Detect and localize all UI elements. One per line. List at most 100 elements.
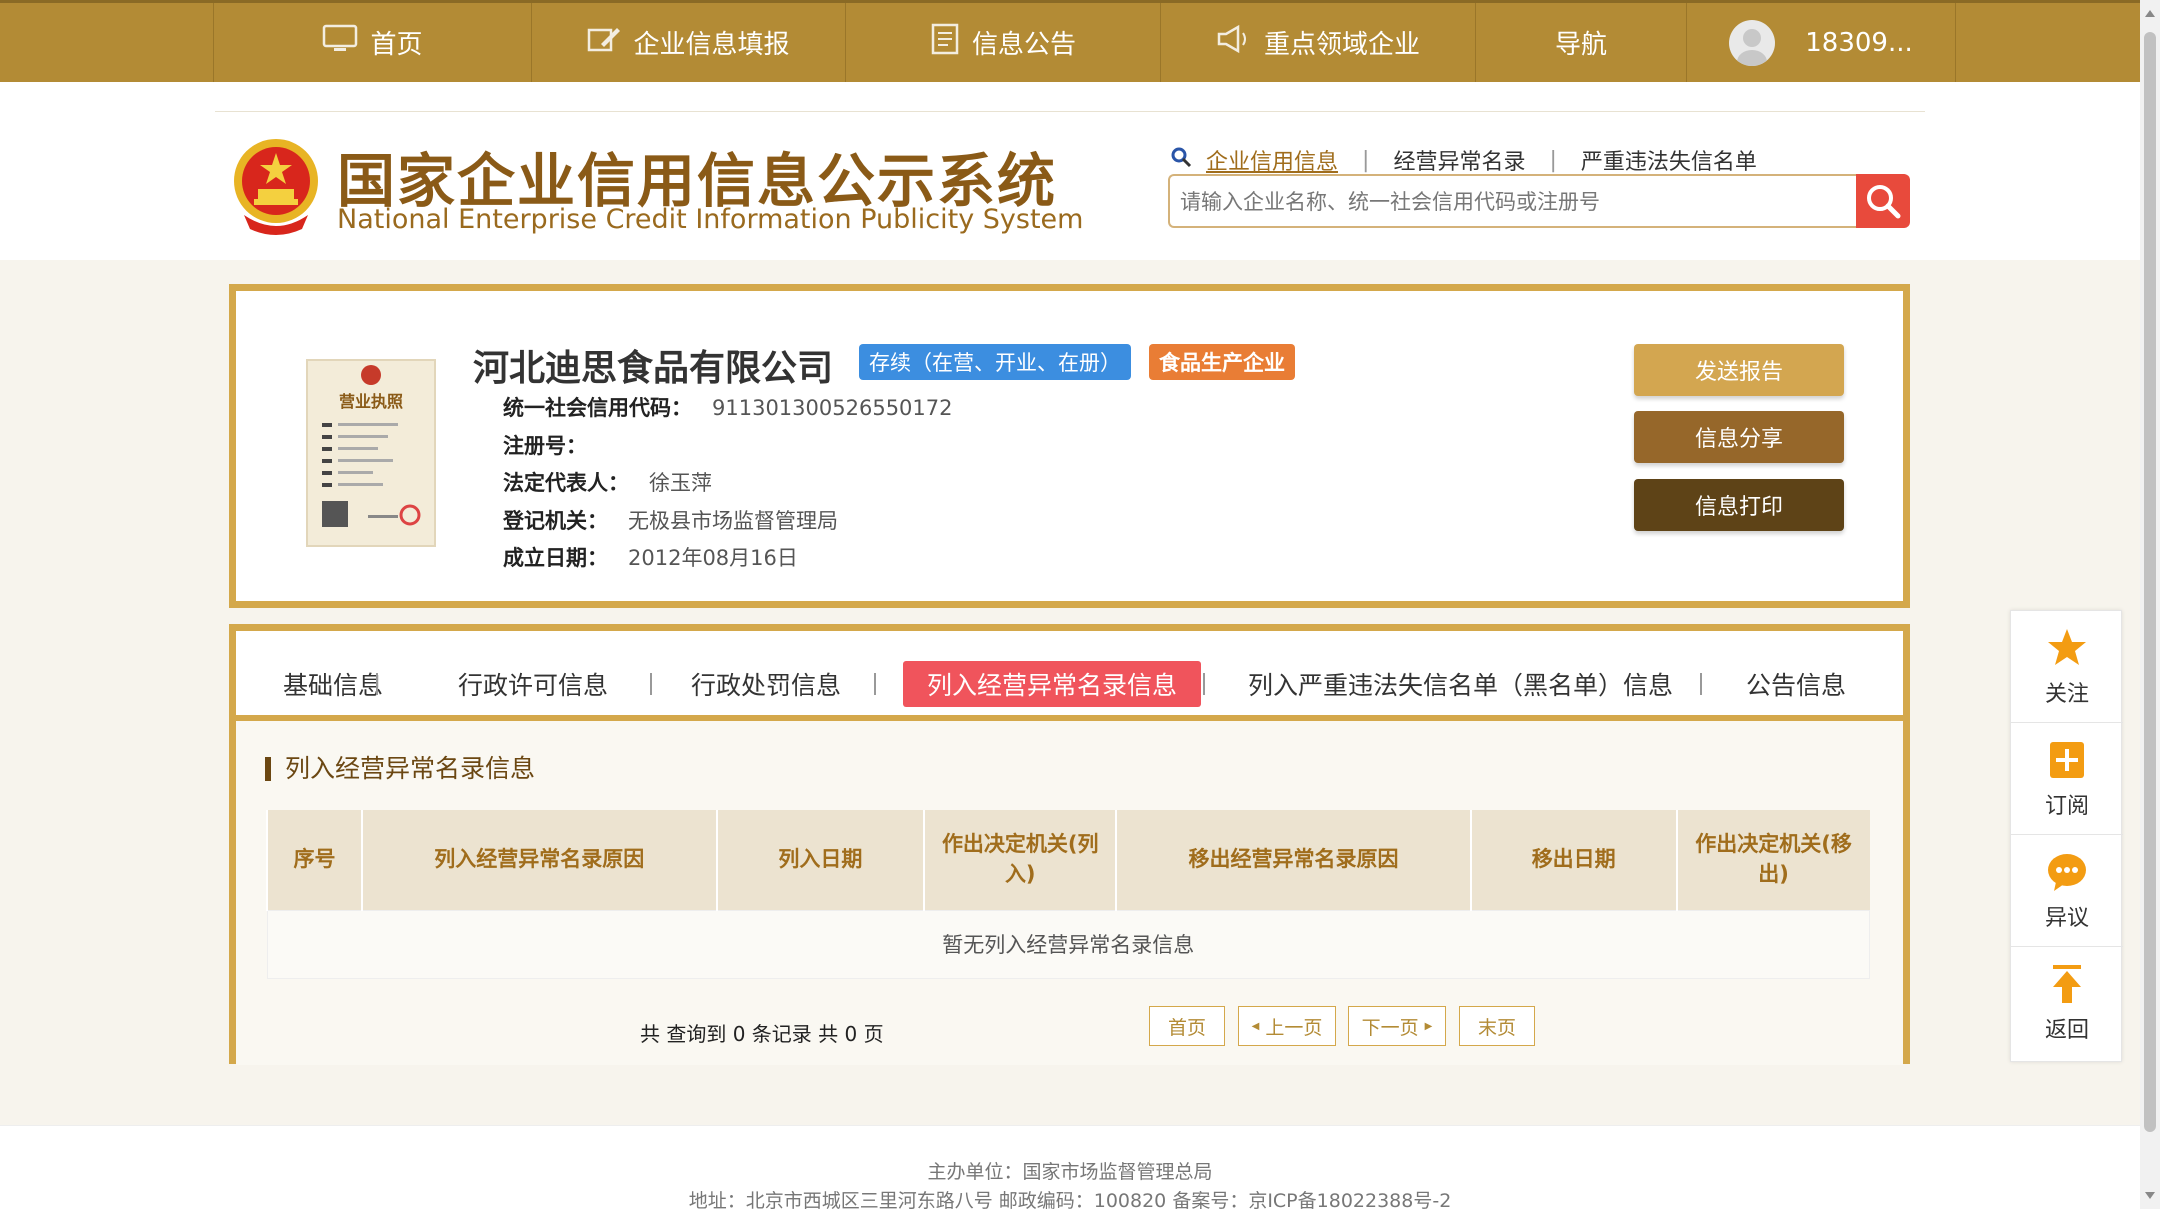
column-header: 作出决定机关(列入) <box>923 810 1117 910</box>
edit-icon <box>587 24 621 61</box>
site-footer: 主办单位：国家市场监督管理总局 地址：北京市西城区三里河东路八号 邮政编码：10… <box>0 1125 2140 1209</box>
search-placeholder: 请输入企业名称、统一社会信用代码或注册号 <box>1180 190 1600 214</box>
search-tab-separator: | <box>1549 147 1557 173</box>
nav-home-label: 首页 <box>370 30 423 60</box>
column-header: 列入经营异常名录原因 <box>360 810 717 910</box>
tab-basic-info[interactable]: 基础信息 <box>283 661 383 707</box>
empty-message: 暂无列入经营异常名录信息 <box>266 909 1870 979</box>
caret-right-icon: ▶ <box>1424 1020 1433 1032</box>
arrow-up-icon <box>2045 962 2089 1006</box>
megaphone-icon <box>1216 24 1252 61</box>
site-subtitle: National Enterprise Credit Information P… <box>337 204 1084 235</box>
search-icon <box>1867 185 1901 219</box>
search-tab-credit[interactable]: 企业信用信息 <box>1206 144 1338 176</box>
tab-separator <box>1203 673 1205 695</box>
tab-separator <box>650 673 652 695</box>
field-value: 徐玉萍 <box>649 471 712 495</box>
tab-admin-license[interactable]: 行政许可信息 <box>458 661 608 707</box>
tab-abnormal-list[interactable]: 列入经营异常名录信息 <box>903 661 1202 707</box>
tab-separator <box>376 673 378 695</box>
type-badge: 食品生产企业 <box>1149 344 1295 380</box>
business-license-image[interactable]: 营业执照 <box>306 359 436 547</box>
field-label: 法定代表人： <box>503 471 629 495</box>
footer-address: 地址：北京市西城区三里河东路八号 邮政编码：100820 备案号：京ICP备18… <box>688 1190 1452 1209</box>
nav-navigation-label: 导航 <box>1554 30 1607 60</box>
objection-label: 异议 <box>2044 905 2089 931</box>
nav-navigation[interactable]: 导航 <box>1475 3 1686 82</box>
search-button[interactable] <box>1856 174 1910 228</box>
float-menu: 关注 订阅 异议 返回 <box>2010 610 2123 1062</box>
nav-announcement[interactable]: 信息公告 <box>845 3 1160 82</box>
company-card: 营业执照 河北迪思食品有限公司 存续（在营、开业、在册） 食品生产企业 统一社会… <box>229 284 1910 608</box>
nav-key-sector-label: 重点领域企业 <box>1263 30 1420 60</box>
back-label: 返回 <box>2044 1018 2089 1043</box>
chat-bubble-icon <box>2045 850 2089 894</box>
field-registration-authority: 登记机关： 无极县市场监督管理局 <box>503 505 838 535</box>
tab-announcements[interactable]: 公告信息 <box>1746 661 1846 707</box>
tab-bar: 基础信息 行政许可信息 行政处罚信息 列入经营异常名录信息 列入严重违法失信名单… <box>236 631 1903 721</box>
search-input[interactable]: 请输入企业名称、统一社会信用代码或注册号 <box>1168 174 1856 228</box>
footer-sponsor: 主办单位：国家市场监督管理总局 <box>927 1161 1213 1183</box>
scroll-up-icon[interactable] <box>2145 10 2155 17</box>
column-header: 移出日期 <box>1469 810 1677 910</box>
search-tab-separator: | <box>1362 147 1370 173</box>
search-tabs: 企业信用信息 | 经营异常名录 | 严重违法失信名单 <box>1170 144 1757 176</box>
document-icon <box>930 23 960 62</box>
abnormal-list-table: 序号 列入经营异常名录原因 列入日期 作出决定机关(列入) 移出经营异常名录原因… <box>266 810 1870 979</box>
field-value: 2012年08月16日 <box>628 546 798 570</box>
search-tab-blacklist[interactable]: 严重违法失信名单 <box>1581 144 1757 176</box>
column-header: 列入日期 <box>715 810 925 910</box>
field-founded-date: 成立日期： 2012年08月16日 <box>503 542 798 572</box>
table-row: 暂无列入经营异常名录信息 <box>266 909 1870 979</box>
caret-left-icon: ◀ <box>1251 1020 1260 1032</box>
star-icon <box>2045 626 2089 670</box>
search-tab-icon <box>1170 146 1192 174</box>
pager-prev[interactable]: ◀ 上一页 <box>1238 1006 1336 1046</box>
field-credit-code: 统一社会信用代码： 911301300526550172 <box>503 392 953 422</box>
column-header: 序号 <box>266 810 362 910</box>
scroll-down-icon[interactable] <box>2145 1192 2155 1199</box>
site-header: 国家企业信用信息公示系统 National Enterprise Credit … <box>0 82 2140 260</box>
avatar <box>1729 19 1776 66</box>
objection-button[interactable]: 异议 <box>2011 835 2123 947</box>
add-bookmark-icon <box>2045 738 2089 782</box>
pager-last[interactable]: 末页 <box>1459 1006 1535 1046</box>
tab-blacklist[interactable]: 列入严重违法失信名单（黑名单）信息 <box>1248 661 1673 707</box>
pager-first[interactable]: 首页 <box>1149 1006 1225 1046</box>
pager-next[interactable]: 下一页 ▶ <box>1348 1006 1446 1046</box>
national-emblem-icon <box>234 139 318 235</box>
section-title: 列入经营异常名录信息 <box>265 756 535 781</box>
field-value: 无极县市场监督管理局 <box>628 509 838 533</box>
field-label: 统一社会信用代码： <box>503 396 692 420</box>
subscribe-button[interactable]: 订阅 <box>2011 723 2123 835</box>
field-label: 成立日期： <box>503 546 608 570</box>
tab-admin-penalty[interactable]: 行政处罚信息 <box>691 661 841 707</box>
scrollbar[interactable] <box>2140 0 2160 1209</box>
scrollbar-thumb[interactable] <box>2144 32 2156 1132</box>
nav-key-sector[interactable]: 重点领域企业 <box>1160 3 1475 82</box>
search-tab-abnormal[interactable]: 经营异常名录 <box>1393 144 1525 176</box>
follow-button[interactable]: 关注 <box>2011 611 2123 723</box>
monitor-icon <box>322 24 358 61</box>
field-label: 登记机关： <box>503 509 608 533</box>
record-count: 共 查询到 0 条记录 共 0 页 <box>640 1022 884 1046</box>
nav-home[interactable]: 首页 <box>213 3 531 82</box>
company-name: 河北迪思食品有限公司 <box>473 348 834 389</box>
user-name: 18309... <box>1805 27 1913 58</box>
info-panel: 基础信息 行政许可信息 行政处罚信息 列入经营异常名录信息 列入严重违法失信名单… <box>229 624 1910 1065</box>
nav-user[interactable]: 18309... <box>1686 3 1956 82</box>
tab-separator <box>1700 673 1702 695</box>
print-info-button[interactable]: 信息打印 <box>1634 479 1844 531</box>
column-header: 作出决定机关(移出) <box>1675 810 1870 910</box>
back-to-top-button[interactable]: 返回 <box>2011 947 2123 1059</box>
column-header: 移出经营异常名录原因 <box>1115 810 1471 910</box>
nav-enterprise-report[interactable]: 企业信息填报 <box>531 3 845 82</box>
field-value: 911301300526550172 <box>712 396 953 420</box>
field-legal-rep: 法定代表人： 徐玉萍 <box>503 467 712 497</box>
send-report-button[interactable]: 发送报告 <box>1634 344 1844 396</box>
table-header-row: 序号 列入经营异常名录原因 列入日期 作出决定机关(列入) 移出经营异常名录原因… <box>266 810 1870 910</box>
tab-separator <box>874 673 876 695</box>
nav-announcement-label: 信息公告 <box>971 30 1076 60</box>
share-info-button[interactable]: 信息分享 <box>1634 411 1844 463</box>
nav-enterprise-report-label: 企业信息填报 <box>633 30 790 60</box>
